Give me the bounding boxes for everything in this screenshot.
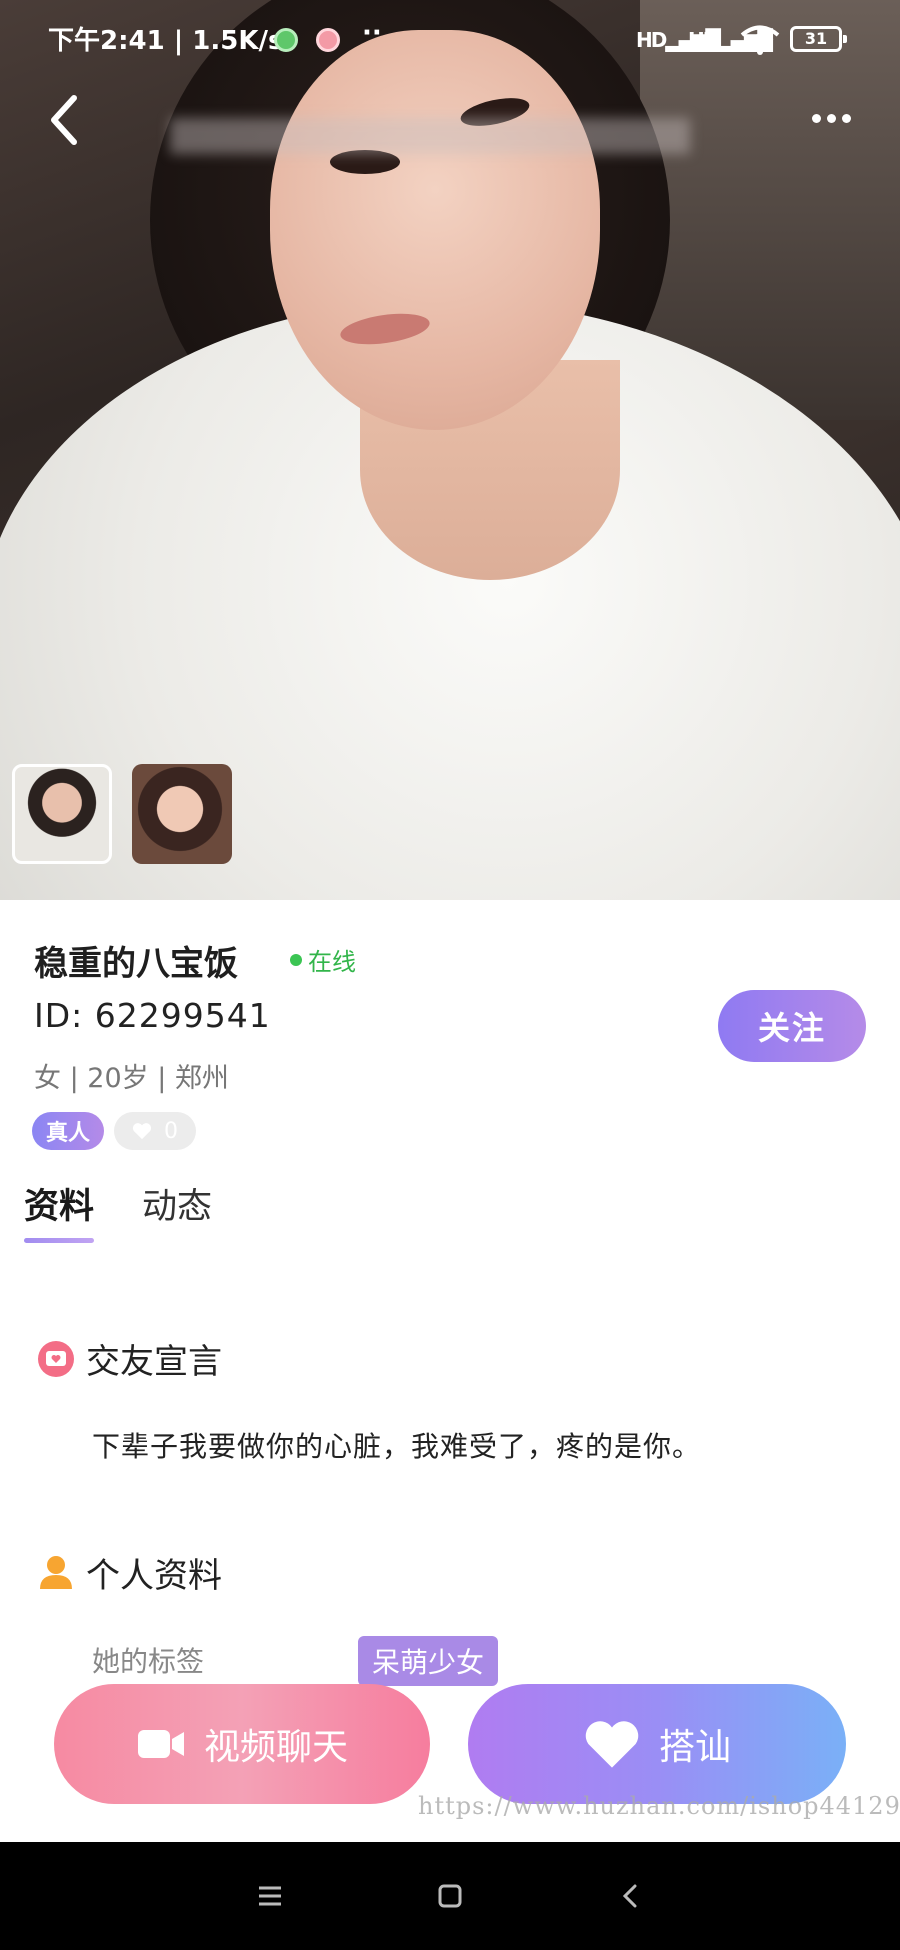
- back-button[interactable]: [44, 92, 88, 148]
- nav-back-button[interactable]: [610, 1876, 650, 1916]
- more-icon: [827, 113, 836, 123]
- nav-menu-button[interactable]: [250, 1876, 290, 1916]
- declaration-icon: [38, 1340, 74, 1377]
- declaration-title: 交友宣言: [86, 1342, 222, 1382]
- declaration-header: 交友宣言: [36, 1334, 222, 1383]
- greet-button[interactable]: 搭讪: [468, 1684, 846, 1804]
- nav-home-icon: [438, 1884, 462, 1908]
- personal-section: 个人资料: [36, 1548, 222, 1597]
- personal-title: 个人资料: [86, 1556, 222, 1596]
- blurred-overlay: [170, 118, 690, 154]
- nav-menu-icon: [259, 1886, 281, 1906]
- status-more: ··: [362, 18, 382, 48]
- system-nav-bar: [0, 1842, 900, 1950]
- greet-label: 搭讪: [658, 1727, 731, 1768]
- tag-chip: 呆萌少女: [358, 1636, 499, 1686]
- heart-icon: [585, 1721, 639, 1768]
- back-icon: [51, 95, 77, 145]
- user-meta: 女 | 20岁 | 郑州: [34, 1063, 229, 1094]
- likes-badge: 0: [114, 1112, 197, 1150]
- status-bar: 下午2:41 | 1.5K/s ·· HD▂▄▆█ HD▂▄▆█ 31: [0, 18, 900, 62]
- online-dot-icon: [290, 953, 302, 966]
- nickname: 稳重的八宝饭: [34, 944, 238, 984]
- nav-back-icon: [622, 1884, 637, 1908]
- signal-label: HD: [688, 28, 719, 52]
- thumbnail-photo-1[interactable]: [12, 764, 112, 864]
- declaration-text: 下辈子我要做你的心脏，我难受了，疼的是你。: [92, 1430, 702, 1463]
- online-status: 在线: [290, 942, 356, 977]
- person-icon: [40, 1555, 72, 1589]
- status-notification-icon: [274, 28, 298, 52]
- battery-icon: 31: [790, 26, 847, 52]
- signal-label: HD: [636, 28, 667, 52]
- tag-label: 她的标签: [92, 1645, 205, 1678]
- video-camera-icon: [137, 1730, 184, 1758]
- tab-moments[interactable]: 动态: [142, 1178, 212, 1243]
- tab-profile[interactable]: 资料: [24, 1178, 95, 1243]
- photo-thumbnails: [12, 764, 232, 864]
- verified-badge: 真人: [32, 1112, 105, 1150]
- wifi-icon: [740, 25, 780, 55]
- thumbnail-photo-2[interactable]: [132, 764, 232, 864]
- video-chat-label: 视频聊天: [203, 1727, 348, 1768]
- online-label: 在线: [308, 948, 356, 976]
- more-button[interactable]: [812, 104, 856, 132]
- personal-header: 个人资料: [36, 1548, 222, 1597]
- follow-button[interactable]: 关注: [718, 990, 866, 1062]
- likes-count: 0: [164, 1118, 179, 1144]
- photo-face: [270, 30, 600, 430]
- user-id: ID: 62299541: [34, 996, 271, 1035]
- video-chat-button[interactable]: 视频聊天: [54, 1684, 430, 1804]
- more-icon: [842, 113, 851, 123]
- declaration-section: 交友宣言: [36, 1334, 222, 1383]
- heart-icon: [132, 1123, 152, 1140]
- badges: 真人 0: [32, 1112, 197, 1150]
- status-notification-icon: [316, 28, 340, 52]
- status-time: 下午2:41 | 1.5K/s: [48, 26, 284, 56]
- watermark: https://www.huzhan.com/ishop44129: [418, 1792, 900, 1820]
- more-icon: [812, 113, 821, 123]
- nav-home-button[interactable]: [430, 1876, 470, 1916]
- profile-tabs: 资料 动态: [24, 1178, 212, 1243]
